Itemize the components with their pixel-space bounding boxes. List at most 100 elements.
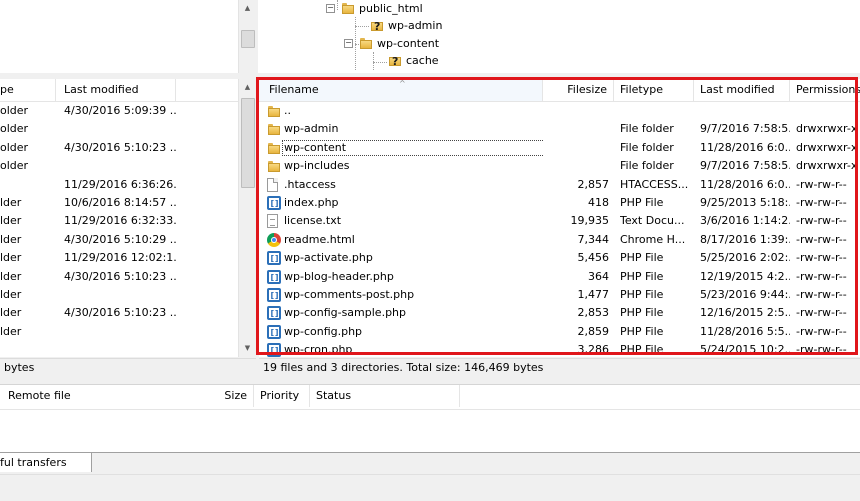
cell-filetype: PHP File	[620, 343, 664, 357]
cell-filesize: 7,344	[577, 232, 610, 246]
cell-filetype: older	[0, 122, 29, 136]
local-tree-pane[interactable]	[0, 0, 238, 73]
list-item[interactable]: lder 11/29/2016 6:32:33...	[0, 212, 238, 230]
cell-last-modified: 11/28/2016 6:0...	[700, 177, 790, 191]
column-last-modified[interactable]: Last modified	[694, 79, 790, 101]
cell-last-modified: 9/7/2016 7:58:5...	[700, 122, 790, 136]
table-row[interactable]: wp-config.php 2,859 PHP File 11/28/2016 5:5…	[259, 323, 860, 341]
cell-last-modified: 11/28/2016 5:5...	[700, 324, 790, 338]
list-item[interactable]: lder 10/6/2016 8:14:57 ...	[0, 194, 238, 212]
cell-filesize: 418	[588, 196, 609, 209]
column-permissions[interactable]: Permissions	[790, 79, 860, 101]
tab-successful-transfers[interactable]: ful transfers	[0, 452, 92, 472]
list-item[interactable]: older 4/30/2016 5:09:39 ...	[0, 102, 238, 120]
local-tree-scrollbar[interactable]: ▲	[238, 0, 256, 73]
list-item[interactable]: lder	[0, 286, 238, 304]
column-status[interactable]: Status	[310, 385, 460, 407]
cell-filetype: PHP File	[620, 288, 664, 301]
local-file-list[interactable]: pe Last modified older 4/30/2016 5:09:39 …	[0, 79, 238, 357]
transfer-queue[interactable]: Remote file Size Priority Status	[0, 384, 860, 453]
cell-filesize: 364	[588, 269, 609, 283]
folder-icon	[267, 141, 281, 155]
file-icon	[267, 177, 278, 192]
local-list-scrollbar[interactable]: ▲ ▼	[238, 79, 256, 357]
list-item[interactable]: lder 11/29/2016 12:02:1...	[0, 249, 238, 267]
cell-filename: ..	[267, 102, 543, 120]
php-icon	[267, 195, 281, 212]
table-row[interactable]: readme.html 7,344 Chrome H... 8/17/2016 1:3…	[259, 231, 860, 249]
column-filename[interactable]: Filename ^	[259, 79, 543, 101]
column-filesize[interactable]: Filesize	[543, 79, 614, 101]
filename-text: readme.html	[284, 232, 355, 246]
cell-filetype: PHP File	[620, 306, 664, 320]
list-item[interactable]: older	[0, 157, 238, 175]
filename-text: wp-blog-header.php	[284, 269, 394, 283]
column-filetype[interactable]: Filetype	[614, 79, 694, 101]
list-item[interactable]: older 4/30/2016 5:10:23 ...	[0, 139, 238, 157]
column-spacer	[176, 79, 238, 101]
cell-filesize	[549, 102, 609, 120]
php-icon	[267, 305, 281, 323]
remote-file-list[interactable]: Filename ^ Filesize Filetype Last modifi…	[259, 79, 860, 357]
tree-item-label: wp-content	[377, 37, 440, 50]
scroll-up-arrow-icon[interactable]: ▲	[239, 0, 256, 17]
table-row[interactable]: .htaccess 2,857 HTACCESS... 11/28/2016 6:0.…	[259, 176, 860, 194]
filename-text: .htaccess	[284, 177, 336, 191]
cell-permissions: -rw-rw-r--	[796, 269, 847, 283]
remote-tree-pane[interactable]: − public_html wp-admin − wp-content cach…	[258, 0, 860, 73]
tab-label: ful transfers	[0, 456, 67, 469]
local-list-header: pe Last modified	[0, 79, 238, 102]
cell-filename: wp-admin	[267, 120, 543, 138]
table-row[interactable]: wp-includes File folder 9/7/2016 7:58:5...…	[259, 157, 860, 175]
cell-filesize: 5,456	[577, 251, 610, 265]
list-item[interactable]: older	[0, 120, 238, 138]
filename-text: wp-config-sample.php	[284, 306, 407, 320]
table-row[interactable]: license.txt 19,935 Text Docu... 3/6/2016 1:…	[259, 212, 860, 230]
cell-filetype: lder	[0, 232, 22, 246]
scroll-thumb[interactable]	[241, 98, 255, 188]
table-row[interactable]: wp-blog-header.php 364 PHP File 12/19/2015 …	[259, 268, 860, 286]
cell-last-modified: 4/30/2016 5:10:29 ...	[64, 232, 176, 246]
cell-filesize	[549, 139, 609, 157]
cell-last-modified: 4/30/2016 5:10:23 ...	[64, 306, 176, 320]
table-row[interactable]: wp-content File folder 11/28/2016 6:0... dr…	[259, 139, 860, 157]
list-item[interactable]: lder 4/30/2016 5:10:23 ...	[0, 304, 238, 322]
table-row[interactable]: wp-admin File folder 9/7/2016 7:58:5... drw…	[259, 120, 860, 138]
table-row[interactable]: wp-config-sample.php 2,853 PHP File 12/16/2…	[259, 304, 860, 323]
list-item[interactable]: lder 4/30/2016 5:10:29 ...	[0, 231, 238, 249]
column-last-modified[interactable]: Last modified	[58, 79, 176, 101]
php-icon	[267, 342, 281, 357]
list-item[interactable]: 11/29/2016 6:36:26...	[0, 176, 238, 194]
cell-last-modified: 9/25/2013 5:18:...	[700, 196, 790, 209]
cell-filesize: 19,935	[570, 214, 610, 228]
cell-last-modified: 4/30/2016 5:09:39 ...	[64, 104, 176, 117]
column-size[interactable]: Size	[196, 385, 254, 407]
list-item[interactable]: lder	[0, 323, 238, 341]
column-priority[interactable]: Priority	[254, 385, 310, 407]
table-row[interactable]: wp-activate.php 5,456 PHP File 5/25/2016 2:…	[259, 249, 860, 268]
cell-filename: license.txt	[267, 212, 543, 230]
scroll-thumb[interactable]	[241, 30, 255, 48]
filename-text: wp-config.php	[284, 324, 363, 338]
column-filetype[interactable]: pe	[0, 79, 56, 101]
cell-permissions: -rw-rw-r--	[796, 306, 847, 320]
cell-filetype: lder	[0, 288, 22, 301]
table-row[interactable]: ..	[259, 102, 860, 120]
scroll-down-arrow-icon[interactable]: ▼	[239, 340, 256, 357]
filename-text: wp-content	[282, 139, 543, 156]
cell-filetype: older	[0, 140, 29, 154]
table-row[interactable]: wp-comments-post.php 1,477 PHP File 5/23/20…	[259, 286, 860, 304]
scroll-up-arrow-icon[interactable]: ▲	[239, 79, 256, 96]
cell-filetype: Chrome H...	[620, 232, 686, 246]
collapse-toggle-icon[interactable]: −	[326, 4, 335, 13]
cell-filesize: 2,853	[577, 306, 610, 320]
unknown-folder-icon	[370, 18, 384, 35]
table-row[interactable]: index.php 418 PHP File 9/25/2013 5:18:... -r…	[259, 194, 860, 212]
filename-text: wp-comments-post.php	[284, 288, 415, 301]
table-row[interactable]: wp-cron.php 3,286 PHP File 5/24/2015 10:2..…	[259, 341, 860, 357]
collapse-toggle-icon[interactable]: −	[344, 39, 353, 48]
chrome-icon	[267, 232, 281, 247]
cell-filename: wp-includes	[267, 157, 543, 175]
cell-filename: readme.html	[267, 231, 543, 249]
list-item[interactable]: lder 4/30/2016 5:10:23 ...	[0, 268, 238, 286]
